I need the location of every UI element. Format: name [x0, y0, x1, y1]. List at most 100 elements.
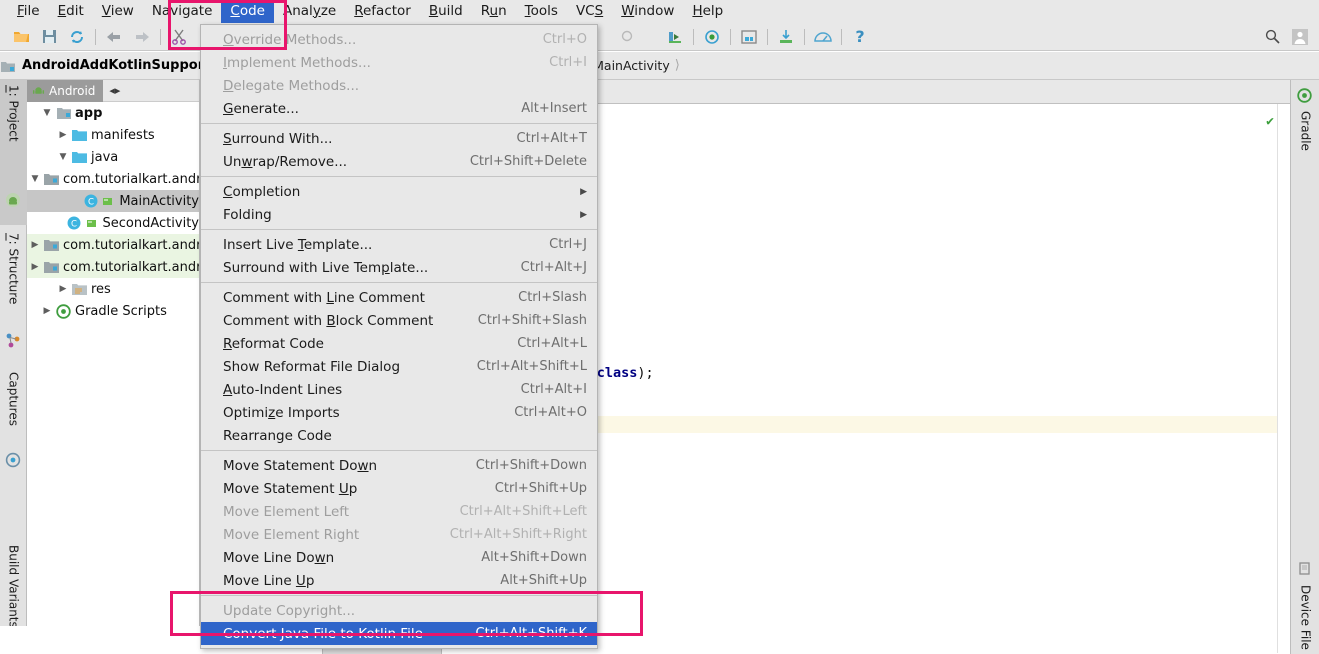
java-file-badge-icon	[83, 218, 100, 229]
menu-window[interactable]: Window	[612, 1, 683, 23]
chevron-down-icon[interactable]: ▼	[39, 108, 55, 118]
device-file-icon	[1298, 562, 1311, 575]
breadcrumb-separator: ⟩	[674, 58, 680, 73]
class-icon: C	[82, 194, 99, 208]
menu-refactor[interactable]: Refactor	[345, 1, 420, 23]
menu-navigate[interactable]: Navigate	[143, 1, 222, 23]
menu-view[interactable]: View	[93, 1, 143, 23]
sdk-manager-icon[interactable]	[773, 25, 799, 49]
menu-item-rearrange-code[interactable]: Rearrange Code	[201, 424, 597, 447]
menu-item-move-element-right[interactable]: Move Element Right Ctrl+Alt+Shift+Right	[201, 523, 597, 546]
navigation-bar: AndroidAddKotlinSupportDemo ⟩ tutorialka…	[0, 52, 1319, 80]
expand-collapse-icon[interactable]: ◂▸	[103, 84, 126, 97]
menu-item-convert-java-file-to-kotlin-file[interactable]: Convert Java File to Kotlin File Ctrl+Al…	[201, 622, 597, 645]
keyword-class: class	[596, 365, 638, 381]
menu-item-delegate-methods[interactable]: Delegate Methods...	[201, 74, 597, 97]
sidebar-item-device-file-explorer[interactable]: Device File Explorer	[1292, 580, 1319, 654]
menu-item-optimize-imports[interactable]: Optimize Imports Ctrl+Alt+O	[201, 401, 597, 424]
menu-item-auto-indent-lines[interactable]: Auto-Indent Lines Ctrl+Alt+I	[201, 378, 597, 401]
chevron-right-icon[interactable]: ▶	[27, 262, 43, 272]
menu-vcs[interactable]: VCS	[567, 1, 612, 23]
redo-icon[interactable]	[129, 25, 155, 49]
chevron-down-icon[interactable]: ▼	[55, 152, 71, 162]
menu-item-override-methods[interactable]: Override Methods... Ctrl+O	[201, 28, 597, 51]
menu-file[interactable]: File	[8, 1, 49, 23]
sync-icon[interactable]	[64, 25, 90, 49]
right-tool-window-bar: Gradle Device File Explorer	[1290, 80, 1319, 654]
menu-item-reformat-code[interactable]: Reformat Code Ctrl+Alt+L	[201, 332, 597, 355]
tree-node-package-androidtest[interactable]: ▶ com.tutorialkart.androidaddkotlinsuppo…	[27, 234, 199, 256]
toolbar-separator	[693, 28, 694, 45]
project-view-android-tab[interactable]: Android	[27, 79, 104, 102]
folder-icon	[71, 129, 88, 141]
save-all-icon[interactable]	[36, 25, 62, 49]
menu-code[interactable]: Code	[221, 0, 274, 23]
menu-item-surround-with[interactable]: Surround With... Ctrl+Alt+T	[201, 127, 597, 150]
toolbar-separator	[160, 28, 161, 45]
menu-run[interactable]: Run	[472, 1, 516, 23]
package-icon	[43, 173, 60, 185]
menu-analyze[interactable]: Analyze	[274, 1, 345, 23]
package-icon	[43, 239, 60, 251]
toolbar-separator	[95, 28, 96, 45]
menu-help[interactable]: Help	[683, 1, 732, 23]
svg-text:C: C	[71, 219, 77, 229]
captures-icon	[5, 452, 21, 468]
menu-item-folding[interactable]: Folding ▶	[201, 203, 597, 226]
toolbar-separator	[841, 28, 842, 45]
tree-node-package-main[interactable]: ▼ com.tutorialkart.androidaddkotlinsuppo…	[27, 168, 199, 190]
tree-node-app[interactable]: ▼ app	[27, 102, 199, 124]
cut-icon[interactable]	[166, 25, 192, 49]
editor-error-stripe[interactable]	[1277, 104, 1290, 653]
menu-tools[interactable]: Tools	[516, 1, 567, 23]
run-icon[interactable]	[662, 25, 688, 49]
menu-item-move-statement-up[interactable]: Move Statement Up Ctrl+Shift+Up	[201, 477, 597, 500]
tree-node-java[interactable]: ▼ java	[27, 146, 199, 168]
user-avatar-icon[interactable]	[1287, 25, 1313, 49]
chevron-right-icon[interactable]: ▶	[55, 284, 71, 294]
menu-separator	[201, 229, 597, 230]
profiler-icon[interactable]	[810, 25, 836, 49]
menu-item-surround-with-live-template[interactable]: Surround with Live Template... Ctrl+Alt+…	[201, 256, 597, 279]
avd-manager-icon[interactable]	[736, 25, 762, 49]
sidebar-item-gradle[interactable]: Gradle	[1292, 106, 1319, 176]
chevron-right-icon[interactable]: ▶	[39, 306, 55, 316]
menu-edit[interactable]: Edit	[49, 1, 93, 23]
code-menu-dropdown: Override Methods... Ctrl+O Implement Met…	[200, 24, 598, 649]
android-studio-window: File Edit View Navigate Code Analyze Ref…	[0, 0, 1319, 654]
chevron-down-icon[interactable]: ▼	[27, 174, 43, 184]
menu-item-move-line-down[interactable]: Move Line Down Alt+Shift+Down	[201, 546, 597, 569]
menu-item-comment-with-line-comment[interactable]: Comment with Line Comment Ctrl+Slash	[201, 286, 597, 309]
menu-item-move-element-left[interactable]: Move Element Left Ctrl+Alt+Shift+Left	[201, 500, 597, 523]
chevron-right-icon[interactable]: ▶	[27, 240, 43, 250]
search-icon[interactable]	[1259, 25, 1285, 49]
menu-build[interactable]: Build	[420, 1, 472, 23]
menu-item-comment-with-block-comment[interactable]: Comment with Block Comment Ctrl+Shift+Sl…	[201, 309, 597, 332]
menu-item-insert-live-template[interactable]: Insert Live Template... Ctrl+J	[201, 233, 597, 256]
search-everywhere-partial-icon[interactable]	[615, 25, 641, 49]
menu-item-completion[interactable]: Completion ▶	[201, 180, 597, 203]
class-icon: C	[66, 216, 83, 230]
menu-item-implement-methods[interactable]: Implement Methods... Ctrl+I	[201, 51, 597, 74]
project-view-label: Android	[49, 83, 96, 98]
tree-node-res[interactable]: ▶ res	[27, 278, 199, 300]
help-icon[interactable]: ?	[847, 25, 873, 49]
debug-icon[interactable]	[699, 25, 725, 49]
undo-icon[interactable]	[101, 25, 127, 49]
menu-separator	[201, 176, 597, 177]
tree-node-package-test[interactable]: ▶ com.tutorialkart.androidaddkotlinsuppo…	[27, 256, 199, 278]
menu-item-move-statement-down[interactable]: Move Statement Down Ctrl+Shift+Down	[201, 454, 597, 477]
tree-node-manifests[interactable]: ▶ manifests	[27, 124, 199, 146]
menu-item-unwrap-remove[interactable]: Unwrap/Remove... Ctrl+Shift+Delete	[201, 150, 597, 173]
open-folder-icon[interactable]	[8, 25, 34, 49]
tree-node-mainactivity[interactable]: C MainActivity	[27, 190, 199, 212]
tree-node-gradle-scripts[interactable]: ▶ Gradle Scripts	[27, 300, 199, 322]
menu-item-show-reformat-file-dialog[interactable]: Show Reformat File Dialog Ctrl+Alt+Shift…	[201, 355, 597, 378]
structure-icon	[5, 332, 21, 348]
menu-item-move-line-up[interactable]: Move Line Up Alt+Shift+Up	[201, 569, 597, 592]
menu-item-update-copyright[interactable]: Update Copyright...	[201, 599, 597, 622]
project-tool-window: Android ◂▸ ▼ app ▶ manifests ▼ java ▼ co…	[27, 79, 200, 654]
menu-item-generate[interactable]: Generate... Alt+Insert	[201, 97, 597, 120]
chevron-right-icon[interactable]: ▶	[55, 130, 71, 140]
tree-node-secondactivity[interactable]: C SecondActivity	[27, 212, 199, 234]
